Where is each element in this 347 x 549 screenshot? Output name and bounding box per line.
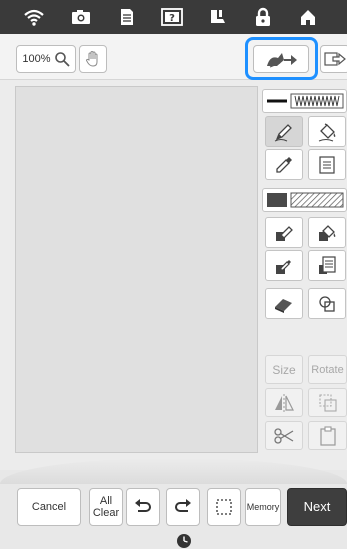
hand-icon (86, 51, 98, 67)
pencil-icon (274, 123, 292, 141)
fill-pattern-icon (266, 192, 343, 208)
select-button[interactable] (207, 488, 241, 526)
eyedropper-icon (276, 259, 291, 274)
help-icon[interactable]: ? (160, 6, 184, 28)
import-image-button[interactable] (253, 45, 309, 73)
document-icon[interactable] (115, 6, 139, 28)
cut-button[interactable] (265, 421, 303, 450)
bottom-bar-divider (0, 458, 347, 484)
zoom-label: 100% (22, 53, 51, 65)
paint-bucket-icon (318, 122, 336, 141)
redo-icon (175, 499, 191, 512)
flip-button[interactable] (265, 388, 303, 417)
memory-button[interactable]: Memory (245, 488, 281, 526)
camera-icon[interactable] (69, 6, 93, 28)
svg-text:?: ? (169, 13, 175, 24)
clock-icon (176, 533, 192, 549)
line-type-button[interactable] (262, 89, 347, 113)
memory-label: Memory (246, 502, 280, 512)
export-button[interactable] (320, 45, 347, 73)
size-button[interactable]: Size (265, 355, 303, 384)
paint-bucket-icon (319, 224, 336, 241)
edit-toolbar: 100% (0, 34, 347, 80)
scissors-icon (274, 427, 294, 444)
line-property-list-button[interactable] (308, 149, 346, 180)
status-bar: ? (0, 0, 347, 34)
duplicate-button[interactable] (308, 388, 347, 417)
stamp-button[interactable] (308, 288, 346, 319)
all-clear-button[interactable]: All Clear (89, 488, 123, 526)
list-icon (319, 155, 335, 174)
eraser-icon (275, 298, 292, 313)
region-fill-button[interactable] (308, 217, 346, 248)
drawing-canvas[interactable] (15, 86, 258, 453)
selection-icon (216, 499, 232, 515)
brush-tool-button[interactable] (265, 217, 303, 248)
cancel-label: Cancel (31, 501, 67, 513)
next-label: Next (303, 499, 331, 514)
redo-button[interactable] (166, 488, 200, 526)
import-image-icon (267, 53, 297, 68)
all-clear-label-line2: Clear (92, 507, 120, 519)
clipboard-icon (319, 425, 336, 446)
all-clear-label-line1: All (99, 495, 113, 507)
paste-button[interactable] (308, 421, 347, 450)
region-property-list-button[interactable] (308, 250, 346, 281)
rotate-button[interactable]: Rotate (308, 355, 347, 384)
pan-button[interactable] (79, 45, 107, 73)
region-type-button[interactable] (262, 188, 347, 212)
pencil-tool-button[interactable] (265, 116, 303, 147)
eraser-button[interactable] (265, 288, 303, 319)
cancel-button[interactable]: Cancel (17, 488, 81, 526)
line-color-fill-button[interactable] (308, 116, 346, 147)
wifi-icon[interactable] (22, 6, 46, 28)
zoom-button[interactable]: 100% (16, 45, 76, 73)
undo-icon (135, 499, 151, 512)
brush-icon (276, 225, 293, 241)
magnifier-icon (54, 52, 70, 67)
line-eyedropper-button[interactable] (265, 149, 303, 180)
region-eyedropper-button[interactable] (265, 250, 303, 281)
zigzag-stitch-icon (266, 93, 343, 109)
next-button[interactable]: Next (287, 488, 347, 526)
size-label: Size (272, 362, 296, 377)
rotate-label: Rotate (311, 363, 344, 376)
eyedropper-icon (276, 156, 292, 173)
lock-icon[interactable] (251, 6, 275, 28)
list-icon (319, 255, 336, 274)
flip-icon (275, 393, 294, 412)
undo-button[interactable] (126, 488, 160, 526)
sewing-foot-icon[interactable] (206, 6, 230, 28)
export-icon (324, 52, 346, 66)
duplicate-icon (318, 393, 337, 412)
shape-stamp-icon (319, 295, 335, 312)
home-icon[interactable] (296, 6, 320, 28)
